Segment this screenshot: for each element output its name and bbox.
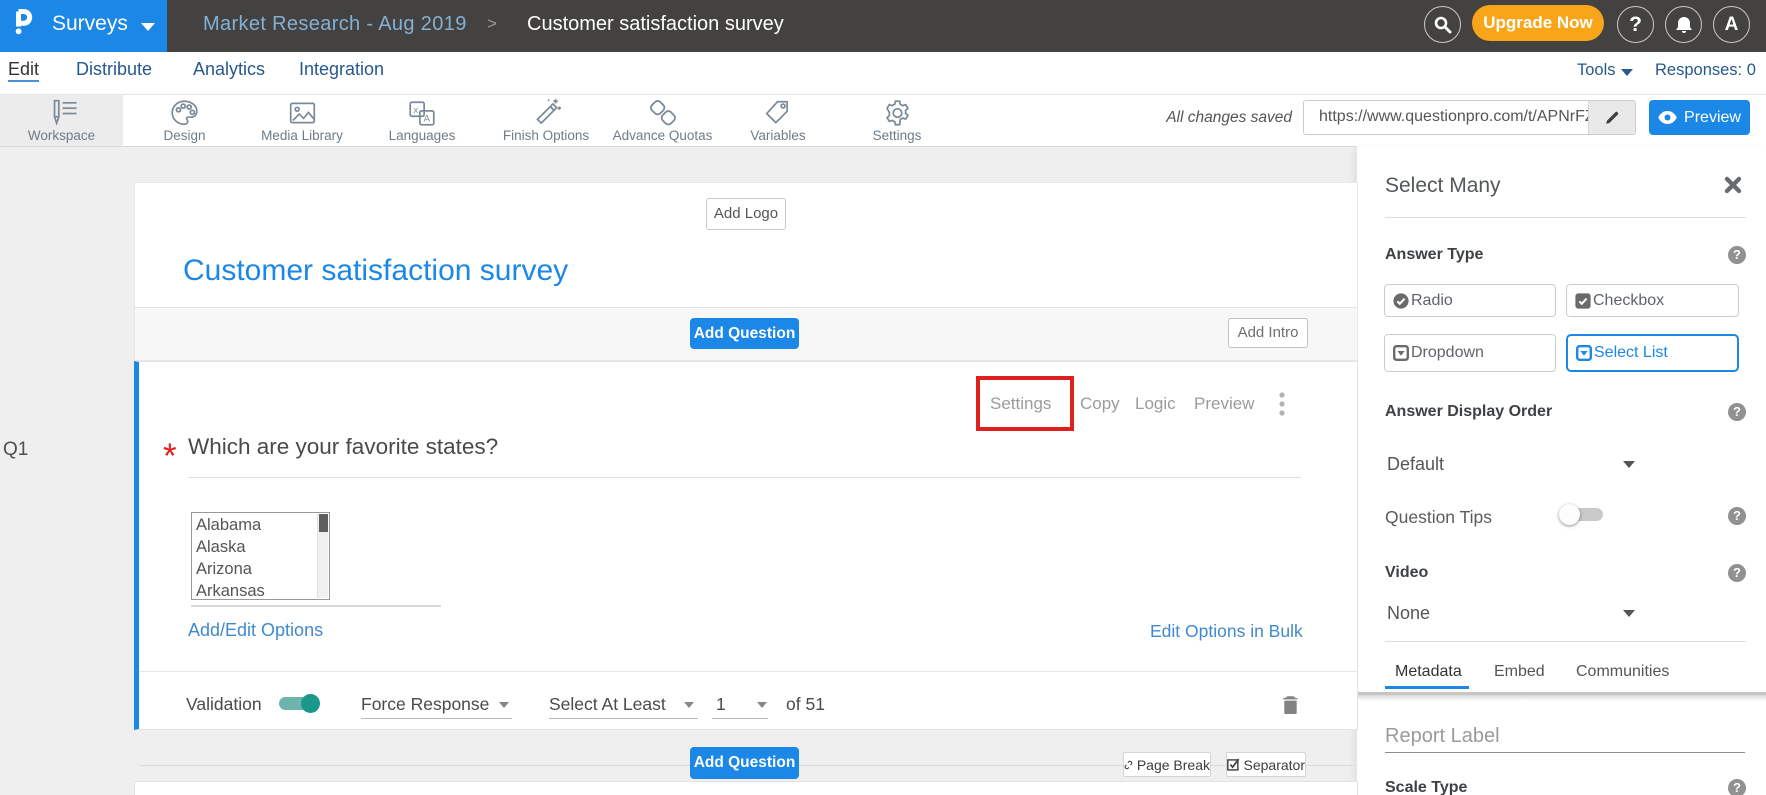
svg-text:A: A xyxy=(424,114,431,125)
svg-text:x: x xyxy=(413,105,418,116)
